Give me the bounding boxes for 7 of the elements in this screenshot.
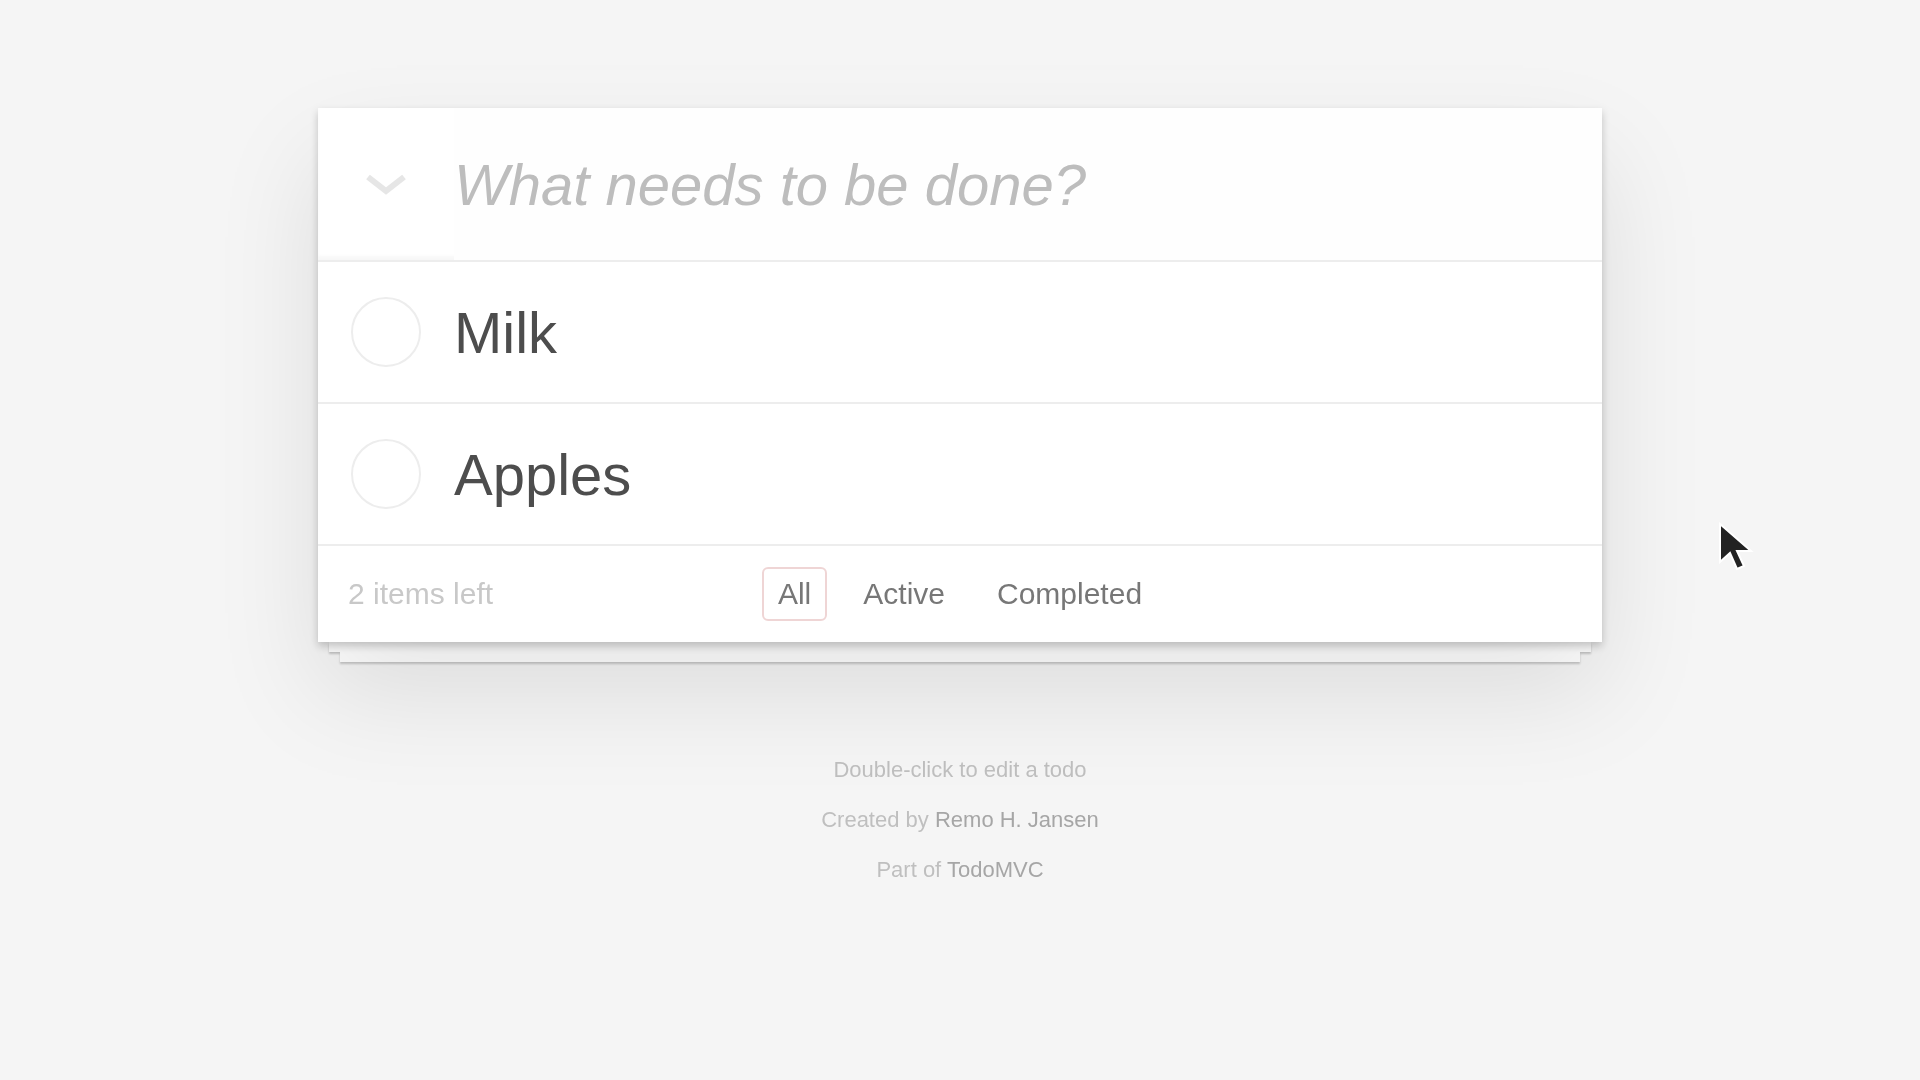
new-todo-field[interactable]: What needs to be done? [454,108,1602,260]
todo-title: Apples [454,440,632,508]
filter-link[interactable]: All [761,567,828,621]
todo-title: Milk [454,298,558,366]
chevron-down-icon[interactable] [364,173,408,195]
filter-link[interactable]: Completed [981,567,1159,621]
filter-link[interactable]: Active [847,567,961,621]
